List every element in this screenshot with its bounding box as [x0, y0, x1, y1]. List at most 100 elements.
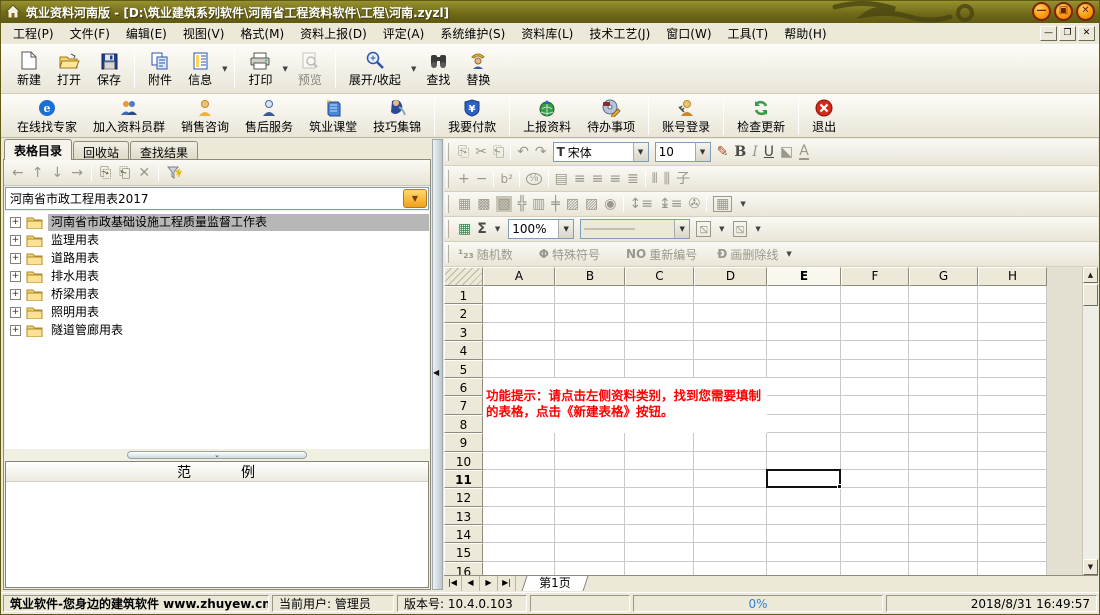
cell-A5[interactable] [483, 360, 555, 378]
line-spacing-down-icon[interactable]: ↨≡ [659, 197, 682, 211]
align-justify-icon[interactable]: ≣ [627, 172, 639, 186]
copy-page-icon[interactable]: ⎘ [100, 166, 111, 180]
minimize-button[interactable]: — [1032, 2, 1051, 21]
cell-H2[interactable] [978, 304, 1047, 322]
cell-A14[interactable] [483, 525, 555, 543]
cell-F13[interactable] [841, 507, 909, 525]
row-header[interactable]: 15 [444, 543, 483, 561]
cell-C1[interactable] [625, 286, 694, 304]
split-col-icon[interactable]: ╪ [551, 197, 559, 211]
check-update-button[interactable]: 检查更新 [729, 94, 793, 138]
redo-icon[interactable]: ↷ [535, 145, 547, 159]
row-header[interactable]: 10 [444, 452, 483, 470]
filter-icon[interactable] [167, 166, 182, 180]
size-dropdown-arrow[interactable]: ▼ [695, 143, 710, 161]
row-header[interactable]: 13 [444, 507, 483, 525]
sum-dropdown-arrow[interactable]: ▼ [495, 225, 500, 233]
font-name-select[interactable]: T 宋体 ▼ [553, 142, 649, 162]
tips-button[interactable]: 技巧集锦 [365, 94, 429, 138]
close-button[interactable]: ✕ [1076, 2, 1095, 21]
toolbar-grip[interactable] [446, 220, 449, 238]
strikeout-button[interactable]: Đ 画删除线 [717, 246, 778, 263]
row-header[interactable]: 3 [444, 323, 483, 341]
line-spacing-up-icon[interactable]: ↕≡ [630, 197, 653, 211]
cell-B13[interactable] [555, 507, 625, 525]
expand-plus-icon[interactable]: + [10, 325, 21, 336]
expand-plus-icon[interactable]: + [10, 235, 21, 246]
delete-icon[interactable]: ✕ [138, 166, 150, 180]
scroll-down-arrow[interactable]: ▼ [1083, 559, 1098, 575]
menu-data-library[interactable]: 资料库(L) [513, 23, 581, 44]
nav-back-icon[interactable]: ← [12, 166, 24, 180]
cell-E15[interactable] [767, 543, 841, 561]
row-header[interactable]: 5 [444, 360, 483, 378]
cell-G4[interactable] [909, 341, 978, 359]
cell-A16[interactable] [483, 562, 555, 575]
cell-H16[interactable] [978, 562, 1047, 575]
cell-F6[interactable] [841, 378, 909, 396]
cell-F16[interactable] [841, 562, 909, 575]
collapse-example-button[interactable]: ⌄ [127, 451, 307, 459]
cell-F4[interactable] [841, 341, 909, 359]
cell-F7[interactable] [841, 396, 909, 414]
print-button[interactable]: 打印 [240, 47, 280, 91]
prev-sheet-button[interactable]: ◀ [462, 576, 480, 591]
cell-C10[interactable] [625, 452, 694, 470]
cell-D4[interactable] [694, 341, 767, 359]
add-row-icon[interactable]: + [458, 172, 470, 186]
delete-cell-icon[interactable]: ▩ [477, 197, 490, 211]
column-medium-icon[interactable]: ⫼ [664, 172, 670, 186]
fill-handle[interactable] [837, 484, 842, 489]
cell-D13[interactable] [694, 507, 767, 525]
format-painter-icon[interactable]: ✎ [717, 145, 729, 159]
cell-G13[interactable] [909, 507, 978, 525]
cell-E8[interactable] [767, 415, 841, 433]
merge-cell-icon[interactable]: ▧ [496, 196, 511, 212]
line-style-select[interactable]: ─────── ▼ [580, 219, 690, 239]
tab-form-catalog[interactable]: 表格目录 [4, 139, 72, 160]
cell-G12[interactable] [909, 488, 978, 506]
cell-B3[interactable] [555, 323, 625, 341]
cell-G3[interactable] [909, 323, 978, 341]
cell-C3[interactable] [625, 323, 694, 341]
tree-item[interactable]: + 排水用表 [5, 267, 429, 285]
toolbar-grip[interactable] [446, 170, 449, 188]
expand-collapse-button[interactable]: 展开/收起 [341, 47, 409, 91]
mdi-close-button[interactable]: ✕ [1078, 26, 1095, 41]
align-right-icon[interactable]: ≡ [609, 172, 621, 186]
italic-icon[interactable]: I [752, 145, 758, 159]
table-icon[interactable]: ▦ [458, 222, 471, 236]
cell-B14[interactable] [555, 525, 625, 543]
collapse-left-arrow-icon[interactable]: ◀ [433, 368, 439, 377]
cell-E13[interactable] [767, 507, 841, 525]
toolbar-grip[interactable] [446, 195, 449, 213]
column-header[interactable]: D [694, 267, 767, 286]
cell-G2[interactable] [909, 304, 978, 322]
cell-B15[interactable] [555, 543, 625, 561]
cell-G1[interactable] [909, 286, 978, 304]
cell-C5[interactable] [625, 360, 694, 378]
first-sheet-button[interactable]: |◀ [444, 576, 462, 591]
cell-H6[interactable] [978, 378, 1047, 396]
cell-G16[interactable] [909, 562, 978, 575]
cell-G6[interactable] [909, 378, 978, 396]
insert-cell-icon[interactable]: ▦ [458, 197, 471, 211]
restore-button[interactable]: ▣ [1054, 2, 1073, 21]
select-all-corner[interactable] [444, 267, 483, 286]
menu-help[interactable]: 帮助(H) [776, 23, 834, 44]
cell-D11[interactable] [694, 470, 767, 488]
column-header[interactable]: G [909, 267, 978, 286]
cell-H11[interactable] [978, 470, 1047, 488]
cell-B10[interactable] [555, 452, 625, 470]
cell-G9[interactable] [909, 433, 978, 451]
cell-E5[interactable] [767, 360, 841, 378]
align-center-icon[interactable]: ≡ [592, 172, 604, 186]
selected-cell[interactable] [766, 469, 841, 488]
save-button[interactable]: 保存 [89, 47, 129, 91]
cell-D9[interactable] [694, 433, 767, 451]
expand-plus-icon[interactable]: + [10, 271, 21, 282]
cell-F8[interactable] [841, 415, 909, 433]
row-header[interactable]: 6 [444, 378, 483, 396]
cell-C14[interactable] [625, 525, 694, 543]
replace-button[interactable]: 替换 [458, 47, 498, 91]
